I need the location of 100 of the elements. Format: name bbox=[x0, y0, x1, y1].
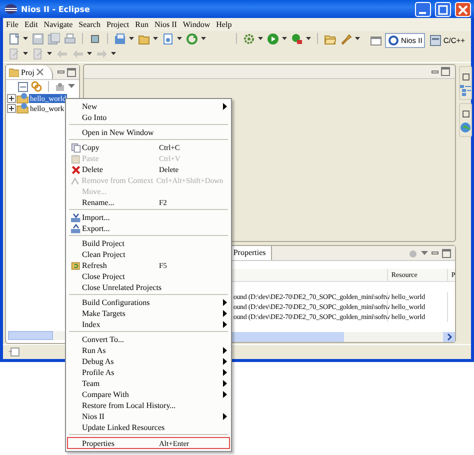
run-icon bbox=[267, 32, 279, 44]
new-file-icon bbox=[8, 32, 20, 44]
refresh-icon bbox=[186, 32, 198, 44]
menu-item[interactable]: Search bbox=[78, 20, 100, 29]
build-button[interactable] bbox=[242, 32, 264, 46]
class-icon bbox=[114, 32, 126, 44]
menu-item[interactable]: Debug As bbox=[67, 356, 230, 367]
globe-icon[interactable] bbox=[460, 122, 472, 133]
menu-item[interactable]: Index bbox=[67, 319, 230, 330]
edit-doc-icon bbox=[8, 48, 20, 60]
caret-icon bbox=[177, 37, 182, 40]
caret-icon bbox=[201, 37, 206, 40]
maximize-icon[interactable] bbox=[67, 68, 76, 76]
back-icon bbox=[56, 48, 68, 60]
menu-item[interactable]: Help bbox=[216, 20, 232, 29]
restore-icon[interactable] bbox=[462, 73, 470, 81]
menu-item[interactable]: Export... bbox=[67, 223, 230, 234]
menu-item[interactable]: File bbox=[6, 20, 18, 29]
perspective-icon bbox=[388, 35, 400, 46]
caret-icon bbox=[23, 37, 28, 40]
minimize-icon[interactable] bbox=[431, 249, 440, 257]
view-tab[interactable]: Proj bbox=[6, 65, 54, 79]
delete-icon bbox=[70, 164, 80, 174]
restore-icon[interactable] bbox=[462, 110, 470, 118]
menu-item[interactable]: Open in New Window bbox=[67, 127, 230, 138]
caret-icon bbox=[282, 37, 287, 40]
minimize-icon[interactable] bbox=[431, 68, 440, 76]
forward-icon bbox=[96, 48, 108, 60]
tab-label: Proj bbox=[21, 68, 34, 76]
menu-item[interactable]: Build Configurations bbox=[67, 297, 230, 308]
expand-icon[interactable] bbox=[7, 104, 16, 112]
caret-icon bbox=[355, 37, 360, 40]
view-menu-icon[interactable] bbox=[68, 84, 76, 89]
link-icon[interactable] bbox=[31, 81, 42, 92]
view-tab[interactable]: Properties bbox=[232, 246, 272, 260]
menu-item[interactable]: Update Linked Resources bbox=[67, 422, 230, 433]
run-button[interactable] bbox=[266, 32, 288, 46]
menu-item[interactable]: Convert To... bbox=[67, 334, 230, 345]
print-icon bbox=[64, 32, 76, 44]
menu-item[interactable]: Navigate bbox=[44, 20, 73, 29]
collapse-icon[interactable] bbox=[18, 82, 28, 92]
maximize-icon[interactable] bbox=[441, 67, 450, 76]
outline-icon[interactable] bbox=[460, 85, 472, 96]
file-icon bbox=[162, 32, 174, 44]
save-icon bbox=[32, 32, 44, 44]
menu-item[interactable]: Nios II bbox=[154, 20, 177, 29]
caret-icon bbox=[23, 52, 28, 55]
open-perspective-button[interactable] bbox=[369, 34, 384, 48]
edit-button[interactable] bbox=[7, 46, 29, 60]
menu-item[interactable]: New bbox=[67, 101, 230, 112]
new-class-button[interactable] bbox=[113, 32, 135, 46]
debug-icon bbox=[291, 32, 303, 44]
menu-item[interactable]: Import... bbox=[67, 212, 230, 223]
menu-item[interactable]: Nios II bbox=[67, 411, 230, 422]
menu-item[interactable]: Edit bbox=[24, 20, 38, 29]
caret-icon bbox=[111, 52, 116, 55]
gear-icon bbox=[243, 32, 255, 44]
save-all-icon bbox=[48, 32, 60, 44]
debug-button[interactable] bbox=[290, 32, 312, 46]
window-title: Nios II - Eclipse bbox=[21, 4, 90, 14]
menu-item[interactable]: Window bbox=[182, 20, 210, 29]
new-source-button[interactable] bbox=[161, 32, 183, 46]
folder-icon bbox=[9, 67, 19, 77]
view-menu-icon[interactable] bbox=[421, 250, 428, 256]
refresh-button[interactable] bbox=[185, 32, 207, 46]
menu-item[interactable]: Restore from Local History... bbox=[67, 400, 230, 411]
menu-item[interactable]: Profile As bbox=[67, 367, 230, 378]
caret-icon bbox=[129, 37, 134, 40]
maximize-button[interactable] bbox=[435, 2, 451, 16]
caret-icon bbox=[153, 37, 158, 40]
menu-item[interactable]: Build Project bbox=[67, 238, 230, 249]
expand-icon[interactable] bbox=[7, 94, 16, 102]
new-button[interactable] bbox=[7, 32, 29, 46]
scroll-right-icon[interactable] bbox=[443, 332, 456, 342]
menu-item[interactable]: Project bbox=[106, 20, 130, 29]
perspective-icon bbox=[430, 35, 442, 46]
fast-view-icon[interactable] bbox=[9, 347, 20, 357]
edit-doc-icon bbox=[32, 48, 44, 60]
close-button[interactable] bbox=[455, 2, 471, 16]
maximize-icon[interactable] bbox=[442, 248, 452, 258]
menu-item[interactable]: Make Targets bbox=[67, 308, 230, 319]
project-icon bbox=[16, 102, 29, 114]
back-icon bbox=[72, 48, 84, 60]
caret-icon bbox=[306, 37, 311, 40]
menu-item[interactable]: Clean Project bbox=[67, 249, 230, 260]
menu-item[interactable]: Close Unrelated Projects bbox=[67, 282, 230, 293]
menu-item[interactable]: Run bbox=[135, 20, 148, 29]
menu-item[interactable]: Go Into bbox=[67, 112, 230, 123]
open-folder-icon bbox=[324, 32, 336, 44]
window-icon bbox=[370, 34, 382, 46]
caret-icon bbox=[47, 52, 52, 55]
close-icon[interactable] bbox=[36, 68, 44, 76]
minimize-button[interactable] bbox=[415, 2, 431, 16]
import-icon bbox=[70, 212, 80, 222]
menu-item[interactable]: Close Project bbox=[67, 271, 230, 282]
menu-item[interactable]: Compare With bbox=[67, 389, 230, 400]
minimize-icon[interactable] bbox=[57, 68, 66, 76]
copy-icon bbox=[70, 142, 80, 152]
menu-item[interactable]: Run As bbox=[67, 345, 230, 356]
menu-item[interactable]: Team bbox=[67, 378, 230, 389]
